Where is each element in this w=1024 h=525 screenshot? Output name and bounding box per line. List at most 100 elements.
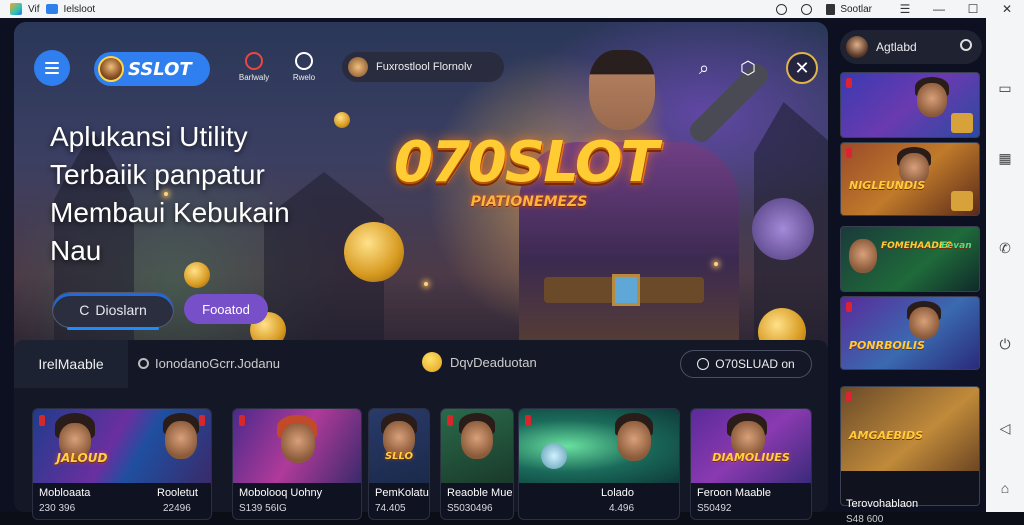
menu-bar [45,62,59,64]
game-tag [39,415,45,426]
coin-balance[interactable]: DqvDeaduotan [422,352,537,372]
sidebar-card-title: PONRBOILIS [849,339,925,352]
sidebar-game-card[interactable]: FOMEHAADEC Eevan [840,226,980,292]
game-name: Rooletut [157,487,198,499]
device-label[interactable]: Sootlar [840,4,872,15]
download-button-label: Dioslarn [95,302,147,318]
game-card[interactable]: Lolado 4.496 [518,408,680,520]
sidebar-search-label: Agtlabd [876,40,917,54]
power-icon[interactable]: ⏻ [997,336,1013,352]
back-icon[interactable]: ◁ [997,420,1013,436]
game-card[interactable]: Mobolooq Uohny S139 56IG [232,408,362,520]
record-icon[interactable] [801,3,813,15]
minimize-button[interactable]: — [922,0,956,18]
game-price: S139 56IG [239,503,287,514]
character-face [281,423,315,463]
close-button[interactable]: ✕ [990,0,1024,18]
sidebar-game-card[interactable]: PONRBOILIS [840,296,980,370]
maximize-button[interactable]: ☐ [956,0,990,18]
phone-icon[interactable]: ✆ [997,240,1013,256]
device-nav-strip: ▭ ▦ ✆ ⏻ ◁ ⌂ [986,18,1024,512]
target-icon [245,52,263,70]
calendar-icon[interactable]: ▦ [997,150,1013,166]
timer-pill[interactable]: O70SLUAD on [680,350,812,378]
coin-icon [344,222,404,282]
menu-bar [45,67,59,69]
game-art [233,409,361,483]
sidebar-game-card[interactable]: AMGAEBIDS [840,386,980,506]
chip-avatar [348,57,368,77]
hero-buckle [612,274,640,306]
tools-icon[interactable]: ✕ [786,52,818,84]
character-face [165,421,197,459]
brand-avatar [98,56,124,82]
game-shelf: IrelMaable IonodanoGcrr.Jodanu DqvDeaduo… [14,340,828,520]
tool-label: Rwelo [292,73,316,82]
sidebar-game-card[interactable]: NIGLEUNDIS [840,142,980,216]
hero-logo: 070SLOT [394,130,659,195]
shelf-search[interactable]: IonodanoGcrr.Jodanu [138,356,280,371]
menu-button[interactable] [34,50,70,86]
game-art [519,409,679,483]
game-tag [199,415,205,426]
sidebar-search[interactable]: Agtlabd [840,30,982,64]
sidebar-game-card[interactable] [840,72,980,138]
game-card[interactable]: JALOUD Mobloaata 230 396 Rooletut 22496 [32,408,212,520]
window-titlebar: Vif Ielsloot Sootlar ☰ — ☐ ✕ [0,0,1024,18]
character-face [461,421,493,459]
character-face [617,421,651,461]
location-icon[interactable] [776,3,788,15]
hero-headline: Aplukansi Utility Terbaiik panpatur Memb… [50,118,350,270]
character-face [917,83,947,117]
brand-text: SSLOT [128,58,192,80]
game-name: Mobloaata [39,487,91,499]
tool-label: Barlwaly [238,73,270,82]
game-tag [239,415,245,426]
game-art: SLLO [369,409,429,483]
profile-chip-label: Fuxrostlool Flornolv [376,61,472,73]
game-card[interactable]: Reaoble Mue S5030496 [440,408,514,520]
game-tag [846,302,852,312]
app-name: Vif [28,3,40,15]
tool-rwelo[interactable]: Rwelo [284,52,324,82]
headline-line: Nau [50,235,102,266]
game-name: Feroon Maable [697,487,771,499]
sidebar-card-title: AMGAEBIDS [849,429,924,442]
game-name: Reaoble Mue [447,487,513,499]
app-logo-icon [10,3,22,15]
tab-title[interactable]: Ielsloot [64,4,96,15]
character-face [909,307,939,339]
game-tag [525,415,531,426]
screen-icon[interactable]: ▭ [997,80,1013,96]
right-sidebar: Agtlabd NIGLEUNDIS FOMEHAADEC Eevan PONR… [838,28,984,525]
tool-barlwaly[interactable]: Barlwaly [234,52,274,82]
game-name: PemKolatu [375,487,429,499]
game-art: JALOUD [33,409,211,483]
game-card[interactable]: SLLO PemKolatu 74.405 [368,408,430,520]
clock-icon [697,358,710,370]
game-tag [846,78,852,88]
phone-icon [826,3,836,15]
profile-chip[interactable]: Fuxrostlool Flornolv [342,52,504,82]
coin-icon [422,352,442,372]
download-button[interactable]: C Dioslarn [52,292,174,330]
tab-available[interactable]: IrelMaable [14,340,128,388]
game-art [441,409,513,483]
window-menu-button[interactable]: ☰ [888,0,922,18]
game-price: S50492 [697,503,732,514]
coin-label: DqvDeaduotan [450,354,537,370]
puzzle-icon[interactable]: ⬡ [734,54,762,82]
headline-line: Membaui Kebukain [50,197,290,228]
brand-logo[interactable]: SSLOT [94,52,210,86]
game-name: Mobolooq Uohny [239,487,323,499]
search-icon[interactable] [960,39,972,51]
featured-button[interactable]: Fooatod [184,294,268,324]
user-avatar [846,36,868,58]
hero-character-head [589,50,655,130]
sidebar-card-name: Terovohablaon [846,498,919,510]
home-icon[interactable]: ⌂ [997,480,1013,496]
sparkle [714,262,718,266]
game-card[interactable]: DIAMOLIUES Feroon Maable S50492 [690,408,812,520]
search-icon[interactable]: ⌕ [690,54,718,82]
location-pin-icon [295,52,313,70]
